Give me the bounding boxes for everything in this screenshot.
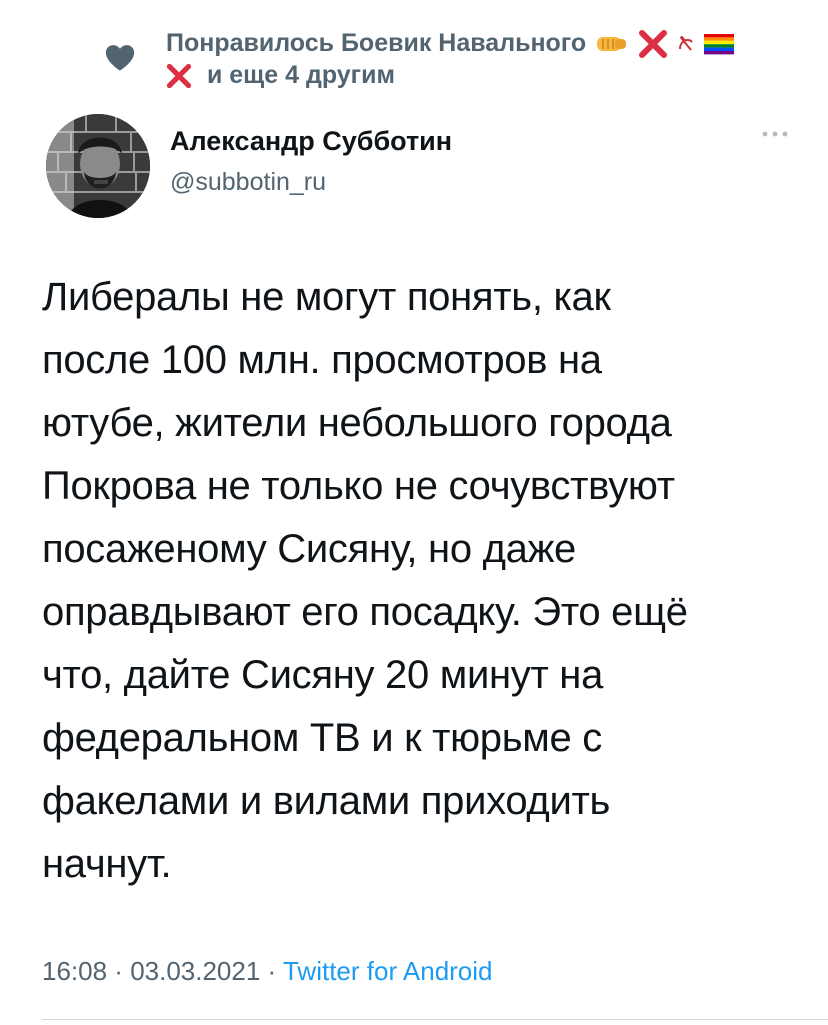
avatar[interactable] bbox=[46, 114, 150, 218]
tweet-date[interactable]: 03.03.2021 bbox=[130, 956, 260, 986]
rainbow-flag-emoji-icon bbox=[704, 33, 734, 55]
liked-by-text: Понравилось Боевик Навального bbox=[166, 29, 587, 57]
tweet-meta: 16:08 · 03.03.2021 · Twitter for Android bbox=[42, 956, 493, 987]
heart-icon bbox=[105, 45, 135, 71]
hammer-sickle-emoji-icon bbox=[677, 33, 695, 55]
meta-separator: · bbox=[107, 956, 131, 986]
more-options-icon[interactable] bbox=[760, 128, 790, 140]
author-handle[interactable]: @subbotin_ru bbox=[170, 168, 326, 197]
tweet-source-link[interactable]: Twitter for Android bbox=[283, 956, 493, 986]
liked-by-line-1: Понравилось Боевик Навального bbox=[166, 28, 734, 59]
cross-mark-emoji-icon bbox=[638, 30, 668, 59]
tweet-time[interactable]: 16:08 bbox=[42, 956, 107, 986]
liked-others-text: и еще 4 другим bbox=[206, 61, 395, 89]
meta-separator: · bbox=[260, 956, 283, 986]
tweet-text: Либералы не могут понять, как после 100 … bbox=[42, 275, 688, 886]
author-name[interactable]: Александр Субботин bbox=[170, 126, 452, 157]
cross-mark-emoji-icon bbox=[166, 63, 192, 89]
divider bbox=[42, 1019, 828, 1020]
fist-emoji-icon bbox=[595, 31, 629, 57]
liked-by-line-2: и еще 4 другим bbox=[166, 60, 395, 90]
